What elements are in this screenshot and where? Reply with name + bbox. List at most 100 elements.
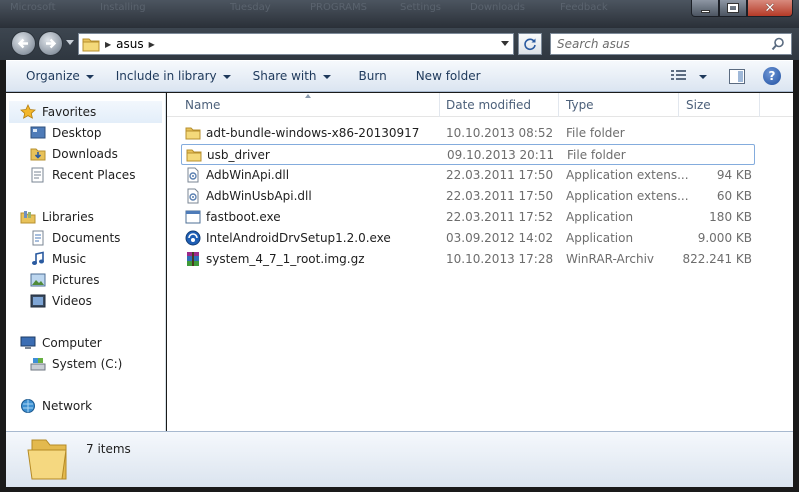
background-window-title: Settings [400, 2, 442, 13]
file-date: 09.10.2013 20:11 [447, 148, 555, 162]
nav-music[interactable]: Music [30, 249, 86, 269]
file-type: File folder [567, 148, 626, 162]
file-date: 10.10.2013 08:52 [446, 126, 554, 140]
nav-libraries-label: Libraries [42, 210, 94, 224]
computer-icon [20, 335, 36, 351]
column-header-date-modified[interactable]: Date modified [446, 98, 531, 112]
column-header-type[interactable]: Type [566, 98, 594, 112]
column-divider[interactable] [759, 93, 760, 117]
nav-system-drive[interactable]: System (C:) [30, 354, 122, 374]
file-row[interactable]: fastboot.exe 22.03.2011 17:52 Applicatio… [181, 207, 755, 228]
file-type: WinRAR-Archiv [566, 252, 655, 266]
search-icon[interactable] [771, 37, 785, 51]
include-in-library-menu[interactable]: Include in library [116, 69, 231, 83]
nav-favorites-label: Favorites [42, 105, 97, 119]
documents-icon [30, 230, 46, 246]
preview-pane-icon[interactable] [729, 68, 745, 84]
burn-button[interactable]: Burn [359, 69, 387, 83]
network-icon [20, 398, 36, 414]
file-row[interactable]: IntelAndroidDrvSetup1.2.0.exe 03.09.2012… [181, 228, 755, 249]
pictures-icon [30, 272, 46, 288]
file-type: Application extens... [566, 168, 689, 182]
forward-button[interactable] [38, 31, 63, 56]
nav-desktop[interactable]: Desktop [30, 123, 102, 143]
address-history-dropdown[interactable] [501, 41, 509, 46]
winrar-icon [187, 252, 199, 266]
file-row[interactable]: AdbWinApi.dll 22.03.2011 17:50 Applicati… [181, 165, 755, 186]
column-divider[interactable] [558, 93, 559, 117]
address-bar[interactable]: ▶ asus ▶ [78, 33, 514, 55]
background-window-title: Microsoft [10, 2, 56, 13]
include-in-library-label: Include in library [115, 69, 217, 83]
file-size: 94 KB [716, 168, 752, 182]
file-size: 60 KB [716, 189, 752, 203]
close-button[interactable]: ✕ [747, 0, 793, 17]
file-row-selected[interactable]: usb_driver 09.10.2013 20:11 File folder [181, 144, 755, 165]
nav-computer[interactable]: Computer [20, 333, 102, 353]
column-divider[interactable] [678, 93, 679, 117]
dll-icon [187, 188, 199, 204]
column-header-name[interactable]: Name [185, 98, 220, 112]
file-type: Application [566, 231, 634, 245]
search-box [550, 33, 792, 55]
maximize-button[interactable] [719, 0, 747, 17]
nav-libraries[interactable]: Libraries [20, 207, 94, 227]
back-button[interactable] [11, 31, 36, 56]
column-divider[interactable] [439, 93, 440, 117]
search-input[interactable] [551, 34, 761, 54]
libraries-icon [20, 209, 36, 225]
breadcrumb-arrow-icon[interactable]: ▶ [105, 40, 111, 49]
new-folder-button[interactable]: New folder [416, 69, 481, 83]
nav-favorites[interactable]: Favorites [20, 102, 96, 122]
breadcrumb-asus[interactable]: asus [116, 37, 143, 51]
refresh-button[interactable] [518, 33, 542, 55]
nav-documents[interactable]: Documents [30, 228, 120, 248]
refresh-icon [524, 38, 536, 51]
nav-downloads[interactable]: Downloads [30, 144, 118, 164]
file-size: 180 KB [709, 210, 752, 224]
nav-music-label: Music [52, 252, 87, 266]
folder-icon [185, 127, 201, 140]
chevron-down-icon [322, 74, 331, 79]
downloads-folder-icon [30, 146, 46, 162]
drive-icon [30, 356, 46, 372]
view-options-icon[interactable] [671, 69, 687, 83]
file-list: Name Date modified Type Size adt-bundle-… [167, 93, 793, 431]
nav-recent-places[interactable]: Recent Places [30, 165, 135, 185]
title-bar: Microsoft Installing Tuesday PROGRAMS Se… [0, 0, 799, 28]
folder-icon [27, 439, 67, 480]
recent-pages-dropdown[interactable] [66, 40, 74, 45]
nav-pictures[interactable]: Pictures [30, 270, 100, 290]
minimize-button[interactable] [691, 0, 719, 17]
maximize-icon [727, 3, 739, 13]
share-with-menu[interactable]: Share with [253, 69, 331, 83]
nav-downloads-label: Downloads [52, 147, 118, 161]
star-icon [20, 104, 36, 120]
file-row[interactable]: adt-bundle-windows-x86-20130917 10.10.20… [181, 123, 755, 144]
column-header-size[interactable]: Size [686, 98, 711, 112]
file-size: 822.241 KB [682, 252, 752, 266]
nav-computer-label: Computer [42, 336, 102, 350]
file-date: 22.03.2011 17:52 [446, 210, 554, 224]
address-row: ▶ asus ▶ [0, 28, 799, 60]
file-name: system_4_7_1_root.img.gz [206, 252, 365, 266]
background-window-title: Installing [100, 2, 146, 13]
installer-icon [185, 230, 201, 246]
folder-icon [82, 38, 100, 52]
file-row[interactable]: AdbWinUsbApi.dll 22.03.2011 17:50 Applic… [181, 186, 755, 207]
file-date: 03.09.2012 14:02 [446, 231, 554, 245]
navigation-pane: Favorites Desktop Downloads Recent Place… [6, 93, 166, 431]
file-row[interactable]: system_4_7_1_root.img.gz 10.10.2013 17:2… [181, 249, 755, 270]
nav-network[interactable]: Network [20, 396, 92, 416]
burn-label: Burn [358, 69, 387, 83]
help-icon[interactable]: ? [763, 67, 781, 85]
nav-videos[interactable]: Videos [30, 291, 92, 311]
column-header-row: Name Date modified Type Size [167, 93, 793, 117]
organize-menu[interactable]: Organize [26, 69, 94, 83]
view-options-dropdown-icon[interactable] [699, 74, 707, 79]
dll-icon [187, 167, 199, 183]
share-with-label: Share with [252, 69, 317, 83]
file-name: usb_driver [207, 148, 270, 162]
file-type: Application [566, 210, 634, 224]
breadcrumb-arrow-icon[interactable]: ▶ [149, 40, 155, 49]
